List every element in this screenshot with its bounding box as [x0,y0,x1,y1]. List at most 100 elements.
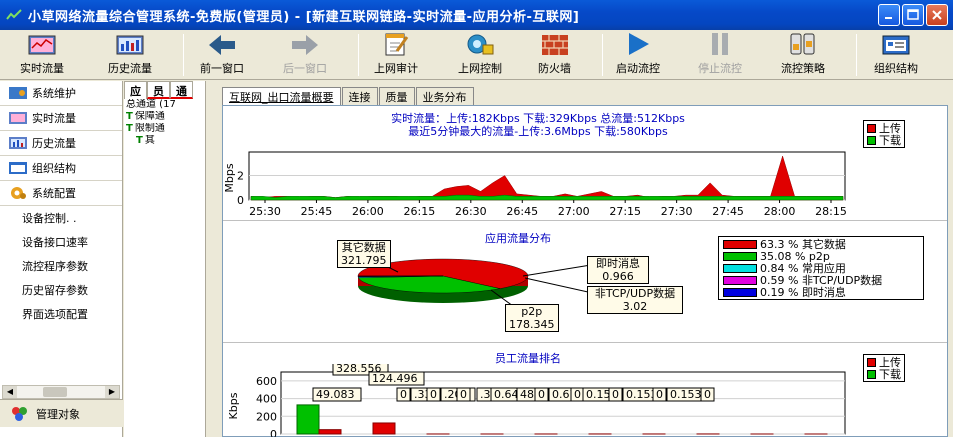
history-chart-icon [9,137,27,149]
staff-bar-label: 0 [574,388,581,401]
config-gear-icon [11,187,26,199]
traffic-legend: 上传 下载 [863,120,905,148]
traffic-y-axis-label: Mbps [223,163,236,192]
sidebar-sub-device-control[interactable]: 设备控制. . [0,206,122,230]
traffic-x-tick-label: 27:15 [609,205,641,218]
traffic-x-tick-label: 25:45 [301,205,333,218]
app-dist-legend: 63.3 % 其它数据 35.08 % p2p 0.84 % 常用应用 0.59… [718,236,924,300]
managed-objects-icon [12,406,27,421]
traffic-x-tick-label: 26:45 [506,205,538,218]
scroll-left-icon[interactable]: ◀ [3,386,17,398]
staff-bar-label: 49.083 [316,388,355,401]
arrow-right-icon [290,32,320,57]
maximize-button[interactable] [902,4,924,26]
tab-business[interactable]: 业务分布 [415,87,474,105]
tab-quality[interactable]: 质量 [378,87,415,105]
close-icon [932,10,942,20]
toolbar-separator [856,34,857,76]
legend-swatch-p2p [723,251,757,261]
tree-node-limited[interactable]: T 限制通 [124,123,205,135]
internet-audit-button[interactable]: 上网审计 [374,32,418,78]
traffic-x-tick-label: 26:30 [455,205,487,218]
start-flow-control-button[interactable]: 启动流控 [616,32,660,78]
toolbar-separator [602,34,603,76]
control-gear-icon [465,31,495,57]
realtime-chart-icon [9,112,27,124]
toolbar: 实时流量 历史流量 前一窗口 后一窗口 上网审计 上网控制 防火墙 启动流控 停… [0,30,953,80]
maintenance-icon [9,87,27,99]
close-button[interactable] [926,4,948,26]
tab-connections[interactable]: 连接 [341,87,378,105]
internet-control-button[interactable]: 上网控制 [458,32,502,78]
traffic-x-tick-label: 28:15 [815,205,847,218]
toolbar-separator [358,34,359,76]
minimize-button[interactable] [878,4,900,26]
sidebar-sub-flow-params[interactable]: 流控程序参数 [0,254,122,278]
staff-bar-label: 0 [430,388,437,401]
sidebar-item-config[interactable]: 系统配置 [0,181,122,206]
traffic-x-tick-label: 27:45 [712,205,744,218]
traffic-x-tick-label: 27:30 [661,205,693,218]
window-title: 小草网络流量综合管理系统-免费版(管理员) - [新建互联网链路-实时流量-应用… [28,9,580,25]
tab-overview[interactable]: 互联网_出口流量概要 [222,87,341,105]
org-structure-button[interactable]: 组织结构 [874,32,918,78]
sidebar-item-org[interactable]: 组织结构 [0,156,122,181]
channel-tree-panel: 应 员 通 总通道 (17 T 保障通 T 限制通 T其 [124,81,206,437]
prev-window-button[interactable]: 前一窗口 [200,32,244,78]
staff-bar-label: 0 [704,388,711,401]
tree-node-guaranteed[interactable]: T 保障通 [124,111,205,123]
legend-swatch-common [723,263,757,273]
legend-swatch-upload [867,123,876,133]
history-traffic-button[interactable]: 历史流量 [108,32,152,78]
toolbar-separator [183,34,184,76]
sidebar-sub-ui-options[interactable]: 界面选项配置 [0,302,122,326]
legend-swatch-non-tcpudp [723,275,757,285]
overview-panel: 实时流量：上传:182Kbps 下载:329Kbps 总流量:512Kbps 最… [222,105,948,437]
callout-leader-im [522,263,598,277]
pause-icon [705,31,735,57]
tree-tab-channel[interactable]: 通 [170,81,193,99]
traffic-x-tick-label: 25:30 [249,205,281,218]
next-window-button[interactable]: 后一窗口 [283,32,327,78]
tree-node-other[interactable]: T其 [124,135,205,147]
traffic-y-tick: 0 [237,194,244,207]
arrow-left-icon [207,32,237,57]
scroll-right-icon[interactable]: ▶ [105,386,119,398]
sidebar-item-maintenance[interactable]: 系统维护 [0,81,122,106]
tree-node-total[interactable]: 总通道 (17 [124,99,205,111]
legend-download-label: 下载 [879,134,901,147]
traffic-y-tick: 2 [237,170,244,183]
stop-flow-control-button[interactable]: 停止流控 [698,32,742,78]
policy-tools-icon [788,31,818,57]
scroll-thumb[interactable] [43,387,67,397]
realtime-chart-icon [27,32,57,57]
traffic-area-chart: 0 2Mbps 25:30 25:45 26:00 26:15 26:30 26:45 27:0… [223,151,847,218]
flow-policy-button[interactable]: 流控策略 [781,32,825,78]
tree-tab-app[interactable]: 应 [124,81,147,99]
traffic-x-tick-label: 28:00 [764,205,796,218]
callout-p2p: p2p 178.345 [505,304,559,332]
staff-bar-label: 0 [656,388,663,401]
staff-legend: 上传 下载 [863,354,905,382]
callout-other-data: 其它数据 321.795 [337,240,391,268]
sidebar-sub-history-retention[interactable]: 历史留存参数 [0,278,122,302]
title-bar[interactable]: 小草网络流量综合管理系统-免费版(管理员) - [新建互联网链路-实时流量-应用… [0,0,953,30]
minimize-icon [885,17,892,19]
history-chart-icon [115,32,145,57]
audit-notepad-icon [381,31,411,57]
sidebar-item-realtime[interactable]: 实时流量 [0,106,122,131]
realtime-traffic-button[interactable]: 实时流量 [20,32,64,78]
sidebar-item-history[interactable]: 历史流量 [0,131,122,156]
staff-y-axis-label: Kbps [227,392,240,419]
tree-tab-staff[interactable]: 员 [147,81,170,99]
firewall-button[interactable]: 防火墙 [538,32,571,78]
staff-bar-label: 0 [538,388,545,401]
staff-bar-chart: 0200400600Kbps 49.083328.556124.4960.3340… [227,364,846,437]
sidebar-sub-interface-rate[interactable]: 设备接口速率 [0,230,122,254]
legend-swatch-im [723,287,757,297]
sidebar-item-managed-objects[interactable]: 管理对象 [0,399,123,427]
org-window-icon [881,32,911,57]
sidebar-horizontal-scrollbar[interactable]: ◀ ▶ [2,385,120,399]
legend-swatch-download [867,135,876,145]
staff-bar-label: 0 [460,388,467,401]
